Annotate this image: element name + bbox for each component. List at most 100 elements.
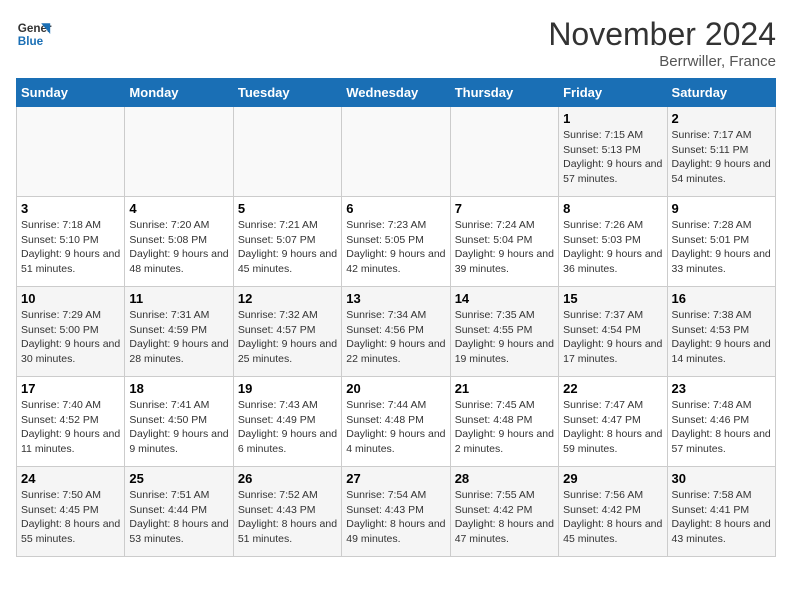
calendar-cell: 28 Sunrise: 7:55 AMSunset: 4:42 PMDayligh… bbox=[450, 467, 558, 557]
day-info: Sunrise: 7:37 AMSunset: 4:54 PMDaylight:… bbox=[563, 308, 662, 367]
day-number: 22 bbox=[563, 381, 662, 396]
day-info: Sunrise: 7:31 AMSunset: 4:59 PMDaylight:… bbox=[129, 308, 228, 367]
calendar-cell: 6 Sunrise: 7:23 AMSunset: 5:05 PMDaylight… bbox=[342, 197, 450, 287]
weekday-header-wednesday: Wednesday bbox=[342, 79, 450, 107]
day-number: 30 bbox=[672, 471, 771, 486]
day-number: 13 bbox=[346, 291, 445, 306]
title-area: November 2024 Berrwiller, France bbox=[548, 16, 776, 70]
day-info: Sunrise: 7:58 AMSunset: 4:41 PMDaylight:… bbox=[672, 488, 771, 547]
day-info: Sunrise: 7:34 AMSunset: 4:56 PMDaylight:… bbox=[346, 308, 445, 367]
calendar-cell bbox=[233, 107, 341, 197]
day-number: 20 bbox=[346, 381, 445, 396]
day-number: 15 bbox=[563, 291, 662, 306]
location: Berrwiller, France bbox=[548, 53, 776, 70]
calendar-cell: 10 Sunrise: 7:29 AMSunset: 5:00 PMDayligh… bbox=[17, 287, 125, 377]
calendar-cell: 14 Sunrise: 7:35 AMSunset: 4:55 PMDayligh… bbox=[450, 287, 558, 377]
calendar-cell: 26 Sunrise: 7:52 AMSunset: 4:43 PMDayligh… bbox=[233, 467, 341, 557]
day-info: Sunrise: 7:47 AMSunset: 4:47 PMDaylight:… bbox=[563, 398, 662, 457]
calendar-cell: 4Sunrise: 7:20 AMSunset: 5:08 PMDaylight… bbox=[125, 197, 233, 287]
calendar-cell bbox=[125, 107, 233, 197]
day-info: Sunrise: 7:44 AMSunset: 4:48 PMDaylight:… bbox=[346, 398, 445, 457]
day-number: 17 bbox=[21, 381, 120, 396]
month-title: November 2024 bbox=[548, 16, 776, 53]
day-number: 11 bbox=[129, 291, 228, 306]
day-number: 10 bbox=[21, 291, 120, 306]
week-row-2: 10 Sunrise: 7:29 AMSunset: 5:00 PMDayligh… bbox=[17, 287, 776, 377]
day-info: Sunrise: 7:21 AMSunset: 5:07 PMDaylight:… bbox=[238, 218, 337, 277]
day-info: Sunrise: 7:45 AMSunset: 4:48 PMDaylight:… bbox=[455, 398, 554, 457]
calendar-cell: 8 Sunrise: 7:26 AMSunset: 5:03 PMDaylight… bbox=[559, 197, 667, 287]
day-info: Sunrise: 7:23 AMSunset: 5:05 PMDaylight:… bbox=[346, 218, 445, 277]
day-info: Sunrise: 7:43 AMSunset: 4:49 PMDaylight:… bbox=[238, 398, 337, 457]
day-number: 8 bbox=[563, 201, 662, 216]
calendar-cell: 5 Sunrise: 7:21 AMSunset: 5:07 PMDaylight… bbox=[233, 197, 341, 287]
calendar-cell: 3Sunrise: 7:18 AMSunset: 5:10 PMDaylight… bbox=[17, 197, 125, 287]
calendar-cell bbox=[17, 107, 125, 197]
calendar-cell: 1Sunrise: 7:15 AMSunset: 5:13 PMDaylight… bbox=[559, 107, 667, 197]
calendar-cell: 23Sunrise: 7:48 AMSunset: 4:46 PMDayligh… bbox=[667, 377, 775, 467]
day-info: Sunrise: 7:32 AMSunset: 4:57 PMDaylight:… bbox=[238, 308, 337, 367]
calendar-cell: 27 Sunrise: 7:54 AMSunset: 4:43 PMDayligh… bbox=[342, 467, 450, 557]
calendar-cell: 20 Sunrise: 7:44 AMSunset: 4:48 PMDayligh… bbox=[342, 377, 450, 467]
week-row-4: 24 Sunrise: 7:50 AMSunset: 4:45 PMDayligh… bbox=[17, 467, 776, 557]
calendar-cell: 16 Sunrise: 7:38 AMSunset: 4:53 PMDayligh… bbox=[667, 287, 775, 377]
calendar-cell: 25 Sunrise: 7:51 AMSunset: 4:44 PMDayligh… bbox=[125, 467, 233, 557]
day-info: Sunrise: 7:15 AMSunset: 5:13 PMDaylight:… bbox=[563, 128, 662, 187]
day-info: Sunrise: 7:41 AMSunset: 4:50 PMDaylight:… bbox=[129, 398, 228, 457]
weekday-header-saturday: Saturday bbox=[667, 79, 775, 107]
day-info: Sunrise: 7:55 AMSunset: 4:42 PMDaylight:… bbox=[455, 488, 554, 547]
day-number: 27 bbox=[346, 471, 445, 486]
calendar-cell: 18 Sunrise: 7:41 AMSunset: 4:50 PMDayligh… bbox=[125, 377, 233, 467]
calendar-cell: 19Sunrise: 7:43 AMSunset: 4:49 PMDayligh… bbox=[233, 377, 341, 467]
day-number: 5 bbox=[238, 201, 337, 216]
day-number: 28 bbox=[455, 471, 554, 486]
calendar-cell: 2Sunrise: 7:17 AMSunset: 5:11 PMDaylight… bbox=[667, 107, 775, 197]
day-info: Sunrise: 7:38 AMSunset: 4:53 PMDaylight:… bbox=[672, 308, 771, 367]
calendar-cell: 24 Sunrise: 7:50 AMSunset: 4:45 PMDayligh… bbox=[17, 467, 125, 557]
calendar-cell: 13 Sunrise: 7:34 AMSunset: 4:56 PMDayligh… bbox=[342, 287, 450, 377]
day-number: 21 bbox=[455, 381, 554, 396]
day-info: Sunrise: 7:40 AMSunset: 4:52 PMDaylight:… bbox=[21, 398, 120, 457]
day-number: 25 bbox=[129, 471, 228, 486]
day-number: 2 bbox=[672, 111, 771, 126]
day-info: Sunrise: 7:28 AMSunset: 5:01 PMDaylight:… bbox=[672, 218, 771, 277]
week-row-0: 1Sunrise: 7:15 AMSunset: 5:13 PMDaylight… bbox=[17, 107, 776, 197]
week-row-3: 17 Sunrise: 7:40 AMSunset: 4:52 PMDayligh… bbox=[17, 377, 776, 467]
weekday-header-sunday: Sunday bbox=[17, 79, 125, 107]
day-number: 12 bbox=[238, 291, 337, 306]
day-number: 16 bbox=[672, 291, 771, 306]
day-info: Sunrise: 7:35 AMSunset: 4:55 PMDaylight:… bbox=[455, 308, 554, 367]
week-row-1: 3Sunrise: 7:18 AMSunset: 5:10 PMDaylight… bbox=[17, 197, 776, 287]
calendar-cell bbox=[342, 107, 450, 197]
calendar-cell: 30 Sunrise: 7:58 AMSunset: 4:41 PMDayligh… bbox=[667, 467, 775, 557]
day-info: Sunrise: 7:54 AMSunset: 4:43 PMDaylight:… bbox=[346, 488, 445, 547]
day-number: 18 bbox=[129, 381, 228, 396]
calendar-cell: 12 Sunrise: 7:32 AMSunset: 4:57 PMDayligh… bbox=[233, 287, 341, 377]
calendar-cell bbox=[450, 107, 558, 197]
day-number: 26 bbox=[238, 471, 337, 486]
calendar-cell: 21 Sunrise: 7:45 AMSunset: 4:48 PMDayligh… bbox=[450, 377, 558, 467]
svg-text:Blue: Blue bbox=[18, 35, 44, 48]
weekday-header-monday: Monday bbox=[125, 79, 233, 107]
day-info: Sunrise: 7:50 AMSunset: 4:45 PMDaylight:… bbox=[21, 488, 120, 547]
day-info: Sunrise: 7:26 AMSunset: 5:03 PMDaylight:… bbox=[563, 218, 662, 277]
logo: General Blue bbox=[16, 16, 52, 52]
day-number: 7 bbox=[455, 201, 554, 216]
calendar-cell: 15 Sunrise: 7:37 AMSunset: 4:54 PMDayligh… bbox=[559, 287, 667, 377]
weekday-header-tuesday: Tuesday bbox=[233, 79, 341, 107]
day-info: Sunrise: 7:52 AMSunset: 4:43 PMDaylight:… bbox=[238, 488, 337, 547]
day-number: 14 bbox=[455, 291, 554, 306]
day-number: 6 bbox=[346, 201, 445, 216]
day-info: Sunrise: 7:29 AMSunset: 5:00 PMDaylight:… bbox=[21, 308, 120, 367]
weekday-header-friday: Friday bbox=[559, 79, 667, 107]
logo-icon: General Blue bbox=[16, 16, 52, 52]
day-info: Sunrise: 7:48 AMSunset: 4:46 PMDaylight:… bbox=[672, 398, 771, 457]
calendar-cell: 7Sunrise: 7:24 AMSunset: 5:04 PMDaylight… bbox=[450, 197, 558, 287]
day-number: 29 bbox=[563, 471, 662, 486]
day-info: Sunrise: 7:51 AMSunset: 4:44 PMDaylight:… bbox=[129, 488, 228, 547]
weekday-header-thursday: Thursday bbox=[450, 79, 558, 107]
calendar-table: SundayMondayTuesdayWednesdayThursdayFrid… bbox=[16, 78, 776, 557]
calendar-cell: 29Sunrise: 7:56 AMSunset: 4:42 PMDayligh… bbox=[559, 467, 667, 557]
day-number: 24 bbox=[21, 471, 120, 486]
weekday-header-row: SundayMondayTuesdayWednesdayThursdayFrid… bbox=[17, 79, 776, 107]
